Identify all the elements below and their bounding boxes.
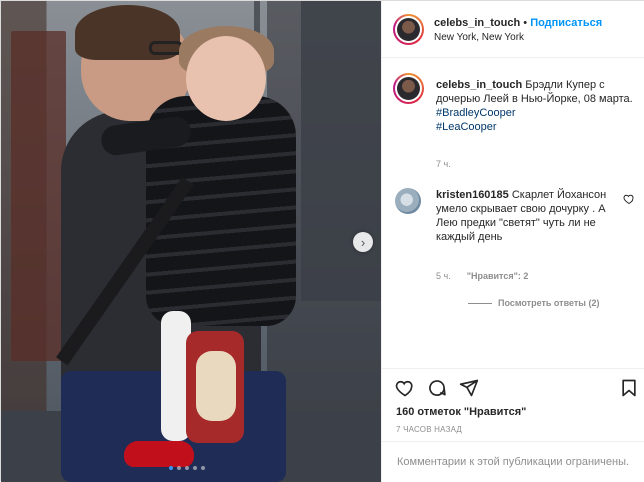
caption-time[interactable]: 7 ч. — [436, 159, 451, 169]
comment-text: kristen160185 Скарлет Йохансон умело скр… — [436, 188, 621, 244]
header-username[interactable]: celebs_in_touch — [434, 17, 520, 29]
instagram-post: › celebs_in_touch • Подписаться New York… — [0, 0, 644, 482]
carousel-dot-2 — [177, 466, 181, 470]
comment-username[interactable]: kristen160185 — [436, 189, 509, 201]
carousel-dot-3 — [185, 466, 189, 470]
view-replies-button[interactable]: Посмотреть ответы (2) — [468, 298, 599, 308]
carousel-dot-1 — [169, 466, 173, 470]
comment-heart-icon[interactable] — [623, 193, 635, 205]
carousel-dot-4 — [193, 466, 197, 470]
comment-button[interactable] — [427, 378, 447, 398]
photo-building — [301, 1, 381, 301]
share-button[interactable] — [459, 378, 479, 398]
post-header: celebs_in_touch • Подписаться New York, … — [382, 1, 644, 58]
carousel-indicator — [169, 466, 205, 470]
caption-avatar[interactable] — [393, 73, 424, 104]
post-photo[interactable]: › — [1, 1, 381, 482]
view-replies-label: Посмотреть ответы (2) — [498, 298, 600, 308]
paper-plane-icon — [459, 379, 479, 397]
caption-text: celebs_in_touch Брэдли Купер с дочерью Л… — [436, 78, 636, 134]
location-link[interactable]: New York, New York — [434, 32, 524, 43]
header-name-row: celebs_in_touch • Подписаться — [434, 17, 602, 29]
photo-storefront — [11, 31, 66, 361]
carousel-next-button[interactable]: › — [353, 232, 373, 252]
bookmark-icon — [622, 379, 636, 397]
comment-likes[interactable]: "Нравится": 2 — [467, 271, 529, 281]
photo-red-shoe — [124, 441, 194, 467]
posted-time[interactable]: 7 ЧАСОВ НАЗАД — [396, 425, 462, 434]
comment-time[interactable]: 5 ч. — [436, 271, 451, 281]
carousel-dot-5 — [201, 466, 205, 470]
heart-icon — [395, 380, 413, 397]
likes-count[interactable]: 160 отметок "Нравится" — [396, 406, 526, 418]
photo-backpack-face — [196, 351, 236, 421]
caption-username[interactable]: celebs_in_touch — [436, 79, 522, 91]
follow-button[interactable]: Подписаться — [530, 17, 602, 29]
comment-meta: 5 ч. "Нравится": 2 — [436, 271, 528, 281]
comments-closed-notice: Комментарии к этой публикации ограничены… — [382, 441, 644, 482]
photo-sunglasses — [149, 41, 183, 55]
account-avatar[interactable] — [393, 14, 424, 45]
hashtag-link[interactable]: #LeaCooper — [436, 120, 636, 134]
post-side-panel: celebs_in_touch • Подписаться New York, … — [381, 1, 644, 482]
commenter-avatar[interactable] — [395, 188, 421, 214]
comment-icon — [429, 380, 446, 396]
save-button[interactable] — [619, 378, 639, 398]
photo-child-face — [186, 36, 266, 121]
like-button[interactable] — [395, 378, 415, 398]
action-bar — [382, 368, 644, 408]
replies-line — [468, 302, 492, 304]
chevron-right-icon: › — [360, 234, 366, 250]
header-separator: • — [523, 17, 528, 29]
hashtag-link[interactable]: #BradleyCooper — [436, 106, 636, 120]
